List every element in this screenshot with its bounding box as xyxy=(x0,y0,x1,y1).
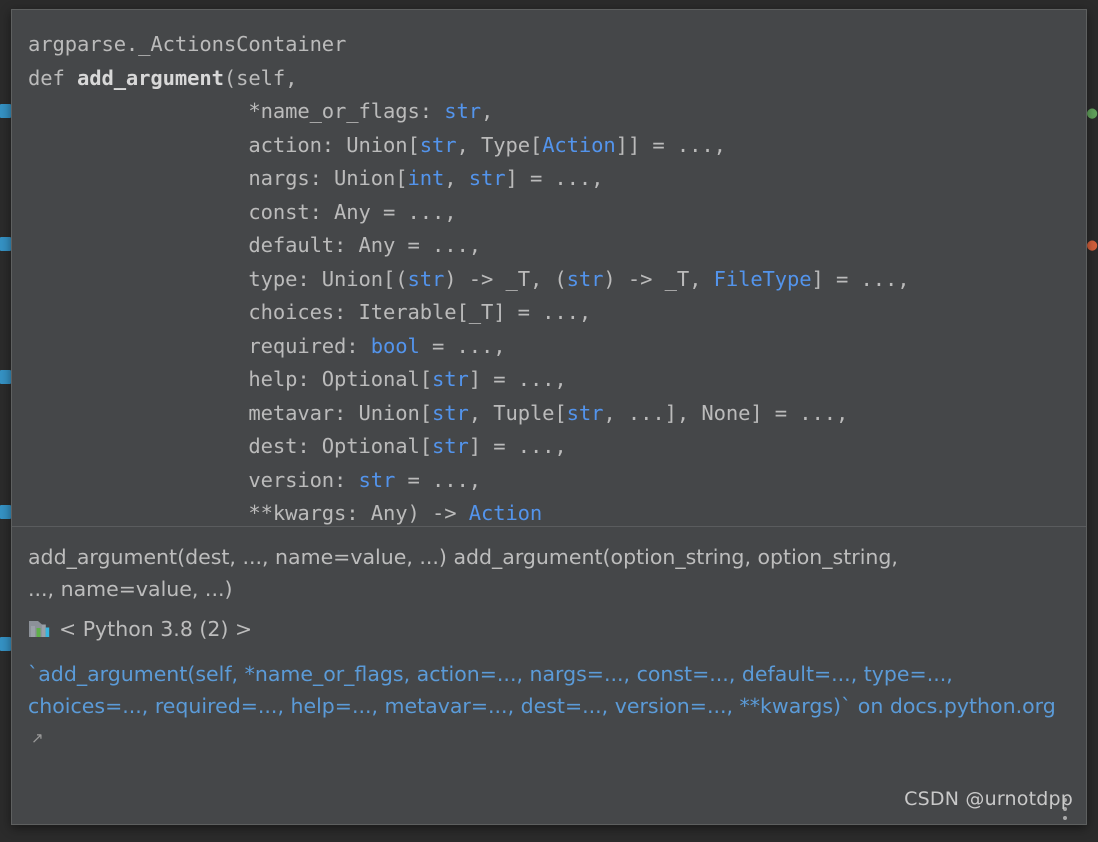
function-name-token: add_argument xyxy=(76,65,224,90)
signature-line: metavar: Union[str, Tuple[str, ...], Non… xyxy=(28,397,1070,431)
type-token[interactable]: FileType xyxy=(714,267,812,291)
signature-token: dest: Optional[ xyxy=(248,434,432,458)
signature-indent xyxy=(28,501,248,525)
signature-line: *name_or_flags: str, xyxy=(28,95,1070,129)
signature-indent xyxy=(28,401,248,425)
signature-line: choices: Iterable[_T] = ..., xyxy=(28,296,1070,330)
external-documentation-link[interactable]: `add_argument(self, *name_or_flags, acti… xyxy=(28,658,1063,756)
type-token[interactable]: int xyxy=(408,166,445,190)
type-token[interactable]: str xyxy=(420,133,457,157)
type-token[interactable]: str xyxy=(444,99,481,123)
parameter-hint-marker[interactable] xyxy=(0,370,11,384)
signature-line: def add_argument(self, xyxy=(28,62,1070,96)
signature-indent xyxy=(28,434,248,458)
signature-token: *name_or_flags: xyxy=(248,99,445,123)
signature-token: metavar: Union[ xyxy=(248,400,432,425)
parameter-hint-marker[interactable] xyxy=(0,104,11,118)
signature-line: type: Union[(str) -> _T, (str) -> _T, Fi… xyxy=(28,263,1070,297)
signature-token: , xyxy=(444,166,469,190)
signature-token: ] = ..., xyxy=(468,434,567,458)
interpreter-label: < Python 3.8 (2) > xyxy=(59,617,253,641)
signature-token: choices: Iterable[_T] = ..., xyxy=(248,300,592,324)
inspection-stripe-green[interactable]: ● xyxy=(1087,105,1098,122)
type-token[interactable]: str xyxy=(408,267,445,291)
type-token[interactable]: str xyxy=(359,468,396,492)
signature-indent xyxy=(28,267,248,291)
type-token[interactable]: str xyxy=(567,401,604,425)
parameter-hint-marker[interactable] xyxy=(0,637,11,651)
signature-token: , Tuple[ xyxy=(468,400,567,425)
signature-indent xyxy=(28,166,248,190)
signature-line: dest: Optional[str] = ..., xyxy=(28,430,1070,464)
signature-token: required: xyxy=(248,333,371,358)
type-token[interactable]: bool xyxy=(371,334,420,358)
signature-token: , xyxy=(480,99,494,123)
type-token[interactable]: str xyxy=(567,267,604,291)
parameter-hint-marker[interactable] xyxy=(0,505,11,519)
signature-indent xyxy=(28,200,248,224)
signature-owner: argparse._ActionsContainer xyxy=(28,32,347,56)
signature-line: nargs: Union[int, str] = ..., xyxy=(28,162,1070,196)
type-token[interactable]: Action xyxy=(469,501,543,525)
signature-token: version: xyxy=(248,467,359,492)
signature-indent xyxy=(28,99,248,123)
inspection-stripe-orange[interactable]: ● xyxy=(1087,237,1098,254)
signature-token: ] = ..., xyxy=(811,266,910,291)
signature-token: type: Union[( xyxy=(248,266,408,291)
signature-indent xyxy=(28,300,248,324)
external-link-arrow-icon: ↗ xyxy=(31,729,44,747)
kebab-dot xyxy=(1063,816,1067,820)
signature-line: version: str = ..., xyxy=(28,464,1070,498)
signature-token: ]] = ..., xyxy=(615,132,726,157)
interpreter-row: < Python 3.8 (2) > xyxy=(28,614,1070,644)
signature-indent xyxy=(28,233,248,257)
signature-lines: def add_argument(self, *name_or_flags: s… xyxy=(28,62,1070,531)
signature-token: = ..., xyxy=(395,467,482,492)
signature-line: const: Any = ..., xyxy=(28,196,1070,230)
signature-token: def xyxy=(28,65,77,90)
signature-token: default: Any = ..., xyxy=(248,233,481,257)
python-interpreter-chart-icon xyxy=(28,619,50,639)
documentation-summary: add_argument(dest, ..., name=value, ...)… xyxy=(28,545,898,601)
signature-token: help: Optional[ xyxy=(248,367,432,391)
signature-token: const: Any = ..., xyxy=(248,199,457,224)
type-token[interactable]: Action xyxy=(542,133,616,157)
watermark: CSDN @urnotdpp xyxy=(904,788,1073,810)
signature-token: ) -> _T, ( xyxy=(444,266,567,291)
signature-line: required: bool = ..., xyxy=(28,330,1070,364)
signature-token: , ...], None] = ..., xyxy=(603,400,849,425)
signature-token: (self, xyxy=(223,65,298,90)
signature-indent xyxy=(28,468,248,492)
signature-indent xyxy=(28,367,248,391)
type-token[interactable]: str xyxy=(469,166,506,190)
signature-indent xyxy=(28,133,248,157)
parameter-hint-marker[interactable] xyxy=(0,237,11,251)
signature-line: **kwargs: Any) -> Action xyxy=(28,497,1070,531)
documentation-body: add_argument(dest, ..., name=value, ...)… xyxy=(12,527,1086,824)
signature-line: help: Optional[str] = ..., xyxy=(28,363,1070,397)
signature-token: ] = ..., xyxy=(505,166,604,190)
type-token[interactable]: str xyxy=(432,434,469,458)
signature-line: action: Union[str, Type[Action]] = ..., xyxy=(28,129,1070,163)
signature-token: **kwargs: Any) -> xyxy=(248,501,469,525)
type-token[interactable]: str xyxy=(432,401,469,425)
signature-token: action: Union[ xyxy=(248,132,420,157)
signature-token: , Type[ xyxy=(456,132,543,157)
external-link-text: `add_argument(self, *name_or_flags, acti… xyxy=(28,662,1056,718)
signature-token: ) -> _T, xyxy=(603,266,714,291)
signature-indent xyxy=(28,334,248,358)
signature-token: = ..., xyxy=(419,333,506,358)
signature-line: default: Any = ..., xyxy=(28,229,1070,263)
signature-pane: argparse._ActionsContainer def add_argum… xyxy=(12,10,1086,526)
type-token[interactable]: str xyxy=(432,367,469,391)
quick-documentation-popup[interactable]: argparse._ActionsContainer def add_argum… xyxy=(11,9,1087,825)
signature-token: ] = ..., xyxy=(468,367,567,391)
signature-token: nargs: Union[ xyxy=(248,166,408,190)
